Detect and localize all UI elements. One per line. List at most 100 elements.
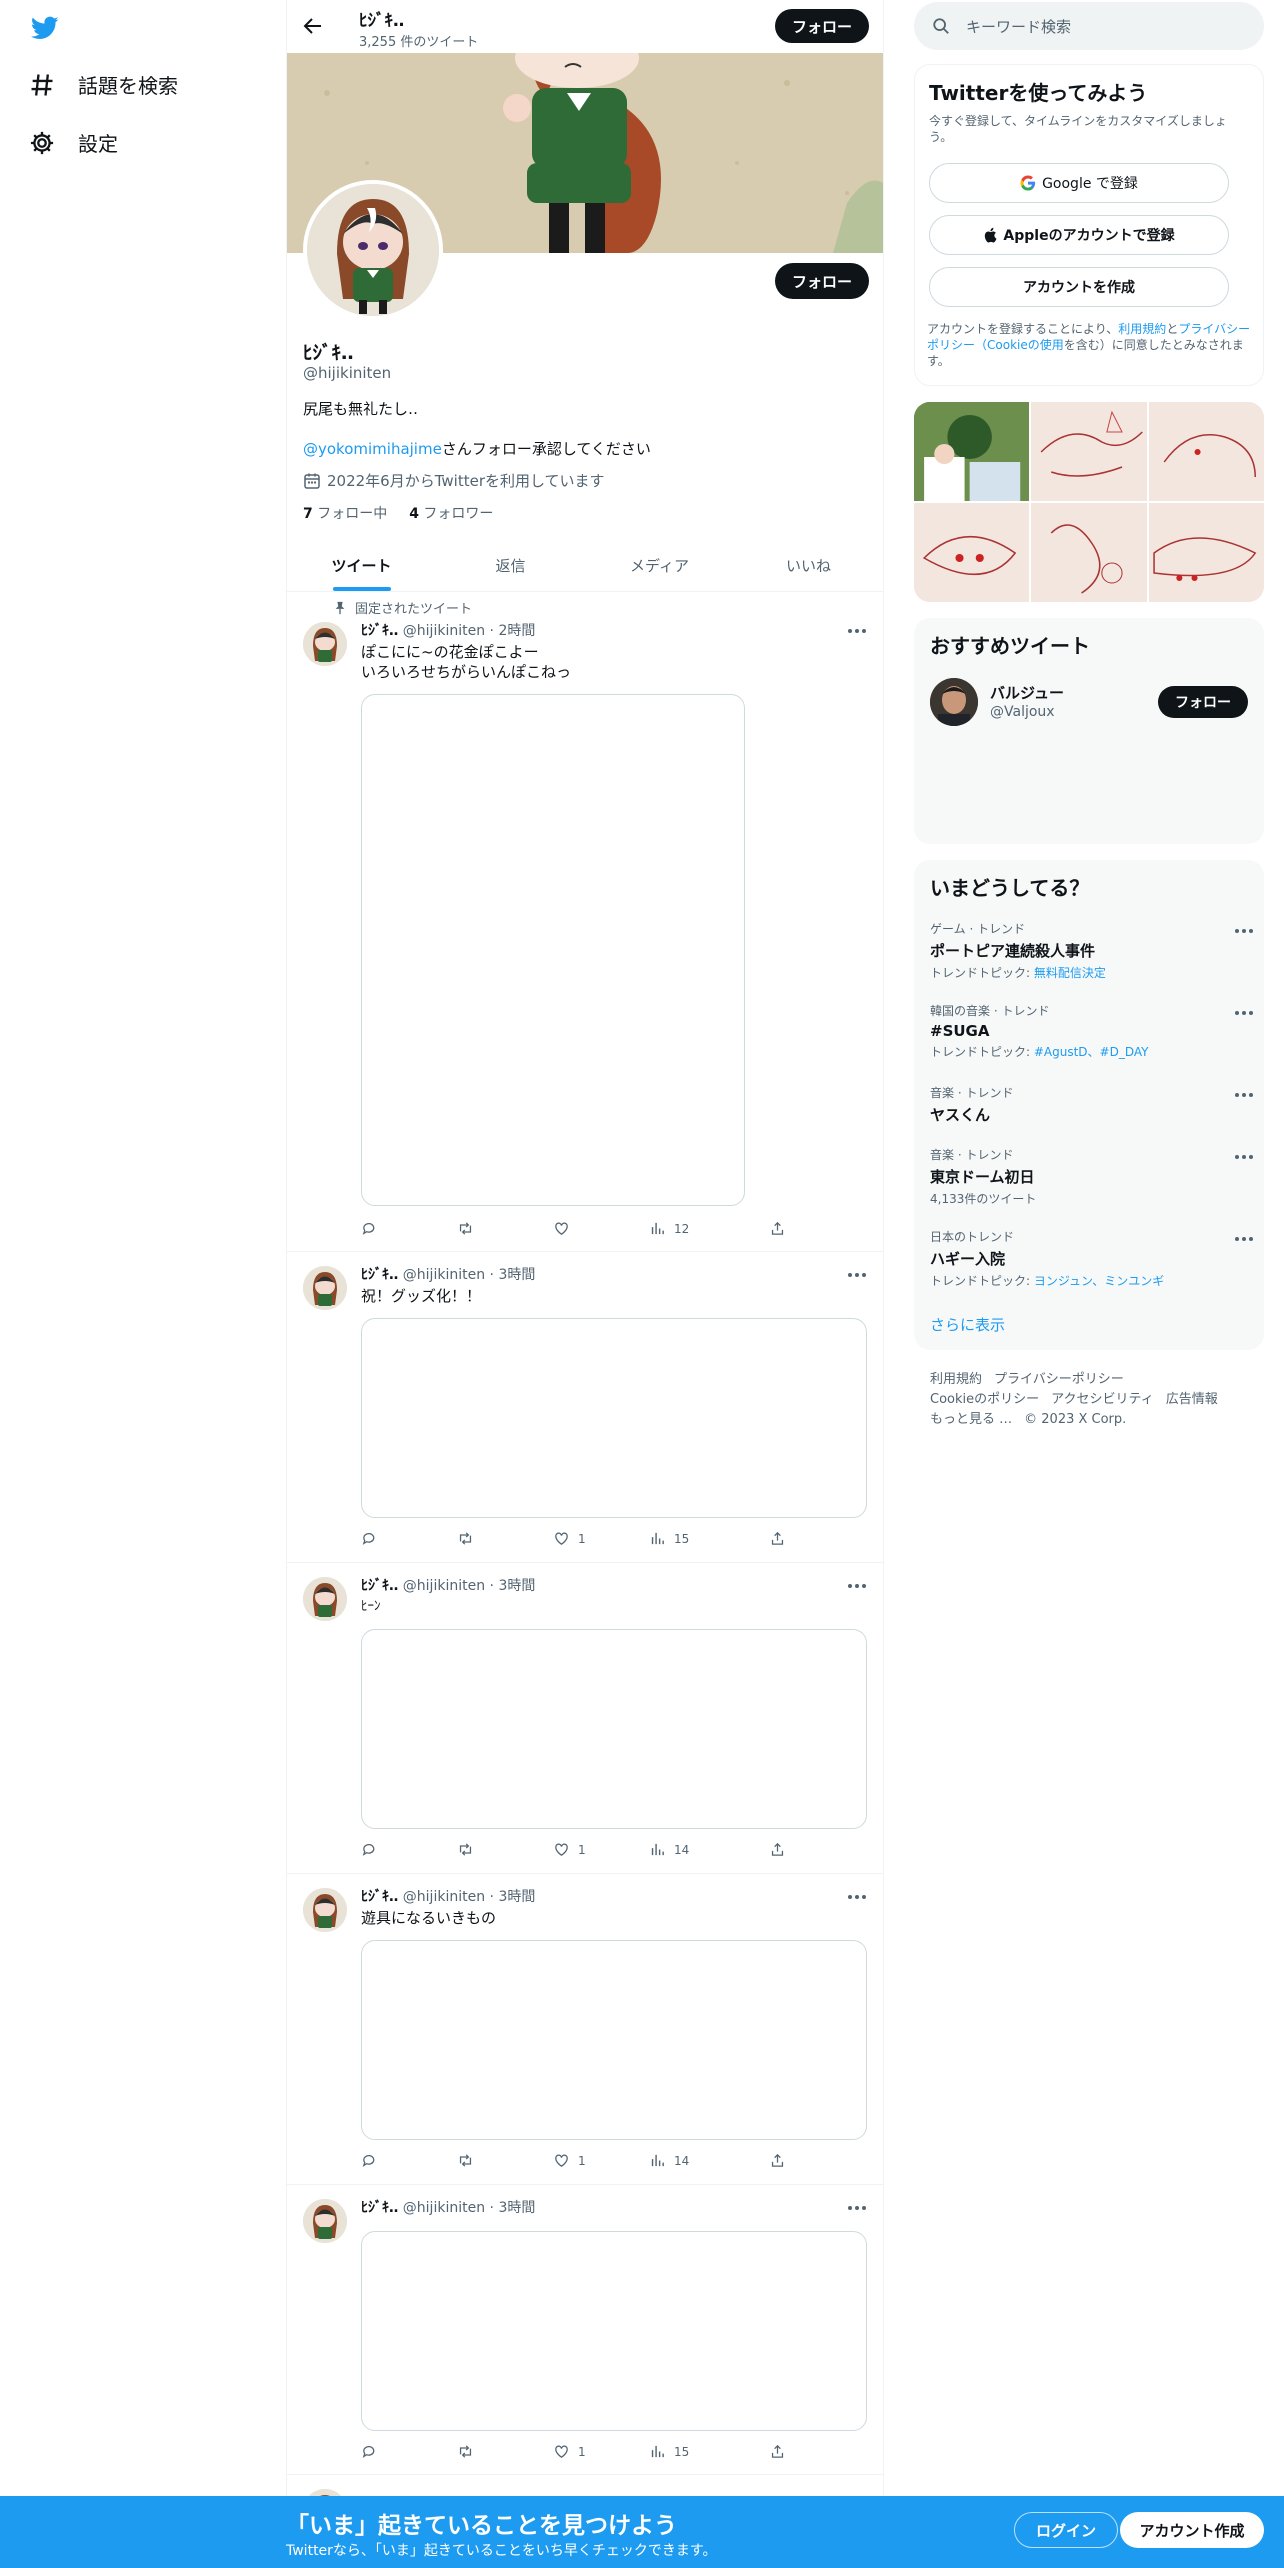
tweet-header: ﾋｼﾞｷ‥ @hijikiniten · 3時間 — [361, 1267, 536, 1283]
footer-accessibility[interactable]: アクセシビリティ — [1051, 1392, 1154, 1407]
tweet-card[interactable]: ﾋｼﾞｷ‥ @hijikiniten · 2時間 ぽこにに~の花金ぽこよー いろい… — [287, 592, 883, 1252]
tweet-avatar[interactable] — [303, 2199, 347, 2243]
tweet-avatar[interactable] — [303, 1266, 347, 1310]
trend-item[interactable]: 日本のトレンド ハギー入院 トレンドトピック: ヨンジュン、ミンユンギ — [930, 1228, 1253, 1289]
recommended-name[interactable]: バルジュー — [990, 682, 1064, 703]
profile-header-bar: ﾋｼﾞｷ‥ 3,255 件のツイート フォロー — [287, 0, 883, 53]
more-options-icon[interactable] — [1234, 1092, 1253, 1097]
share-button[interactable] — [769, 1841, 786, 1858]
profile-avatar[interactable] — [303, 180, 443, 320]
more-options-icon[interactable] — [1234, 928, 1253, 933]
profile-joined: 2022年6月からTwitterを利用しています — [303, 470, 605, 491]
login-button[interactable]: ログイン — [1014, 2512, 1118, 2548]
terms-link[interactable]: 利用規約 — [1118, 322, 1166, 336]
signup-button[interactable]: アカウント作成 — [1120, 2512, 1264, 2548]
trend-item[interactable]: 音楽 · トレンド ヤスくん — [930, 1084, 1253, 1125]
gallery-image[interactable] — [1031, 402, 1147, 501]
header-follow-button[interactable]: フォロー — [775, 9, 869, 43]
more-options-icon[interactable] — [1234, 1236, 1253, 1241]
trend-item[interactable]: 韓国の音楽 · トレンド #SUGA トレンドトピック: #AgustD、#D_… — [930, 1002, 1253, 1060]
footer-privacy[interactable]: プライバシーポリシー — [994, 1372, 1124, 1387]
retweet-button[interactable] — [457, 2443, 482, 2460]
gallery-image[interactable] — [1148, 402, 1264, 501]
share-button[interactable] — [769, 1220, 786, 1237]
more-options-icon[interactable] — [1234, 1010, 1253, 1015]
show-more-link[interactable]: さらに表示 — [930, 1314, 1005, 1335]
views-count: 14 — [674, 1842, 690, 1857]
tweet-card[interactable]: ﾋｼﾞｷ‥ @hijikiniten · 3時間 1 15 — [287, 2185, 883, 2475]
reply-button[interactable] — [361, 1530, 386, 1547]
reply-button[interactable] — [361, 2152, 386, 2169]
tweet-avatar[interactable] — [303, 622, 347, 666]
google-signup-button[interactable]: Google で登録 — [929, 163, 1229, 203]
tweet-media[interactable] — [361, 694, 745, 1206]
tweet-card[interactable]: ﾋｼﾞｷ‥ @hijikiniten · 3時間 ﾋｰﾝ 1 14 — [287, 1563, 883, 1874]
views-button[interactable]: 14 — [649, 1841, 689, 1858]
apple-signup-button[interactable]: Appleのアカウントで登録 — [929, 215, 1229, 255]
footer-cookie[interactable]: Cookieのポリシー — [930, 1392, 1039, 1407]
cookie-link[interactable]: Cookieの使用 — [987, 338, 1064, 352]
recommended-avatar[interactable] — [930, 678, 978, 726]
retweet-button[interactable] — [457, 2152, 482, 2169]
like-button[interactable]: 1 — [553, 2443, 586, 2460]
like-button[interactable]: 1 — [553, 1530, 586, 1547]
search-input[interactable]: キーワード検索 — [914, 2, 1264, 50]
gallery-image[interactable] — [914, 503, 1030, 602]
like-button[interactable]: 1 — [553, 2152, 586, 2169]
nav-settings[interactable]: 設定 — [28, 128, 118, 157]
more-options-icon[interactable] — [847, 1272, 867, 1278]
nav-explore[interactable]: 話題を検索 — [28, 70, 178, 99]
twitter-bird-icon[interactable] — [28, 14, 62, 42]
footer-terms[interactable]: 利用規約 — [930, 1372, 982, 1387]
more-options-icon[interactable] — [847, 1894, 867, 1900]
tab-media[interactable]: メディア — [585, 540, 734, 591]
views-button[interactable]: 15 — [649, 2443, 689, 2460]
mention-link[interactable]: @yokomimihajime — [303, 440, 442, 458]
tab-replies[interactable]: 返信 — [436, 540, 585, 591]
back-arrow-icon[interactable] — [301, 14, 325, 38]
gallery-image[interactable] — [1031, 503, 1147, 602]
share-button[interactable] — [769, 1530, 786, 1547]
reply-button[interactable] — [361, 1220, 386, 1237]
retweet-button[interactable] — [457, 1220, 482, 1237]
like-button[interactable] — [553, 1220, 578, 1237]
gallery-image[interactable] — [914, 402, 1030, 501]
tweet-avatar[interactable] — [303, 1577, 347, 1621]
more-options-icon[interactable] — [847, 2205, 867, 2211]
tweet-media[interactable] — [361, 1318, 867, 1518]
trend-item[interactable]: 音楽 · トレンド 東京ドーム初日 4,133件のツイート — [930, 1146, 1253, 1207]
tweet-media[interactable] — [361, 1629, 867, 1829]
following-link[interactable]: 7 フォロー中 — [303, 503, 387, 523]
tweet-media[interactable] — [361, 2231, 867, 2431]
more-options-icon[interactable] — [847, 628, 867, 634]
footer-more[interactable]: もっと見る … — [930, 1412, 1012, 1427]
share-button[interactable] — [769, 2443, 786, 2460]
reply-button[interactable] — [361, 1841, 386, 1858]
tweet-card[interactable]: ﾋｼﾞｷ‥ @hijikiniten · 3時間 祝！グッズ化！！ 1 15 — [287, 1252, 883, 1563]
retweet-button[interactable] — [457, 1530, 482, 1547]
more-options-icon[interactable] — [1234, 1154, 1253, 1159]
retweet-button[interactable] — [457, 1841, 482, 1858]
more-options-icon[interactable] — [847, 1583, 867, 1589]
share-button[interactable] — [769, 2152, 786, 2169]
gallery-image[interactable] — [1148, 503, 1264, 602]
tweet-avatar[interactable] — [303, 1888, 347, 1932]
recommended-follow-button[interactable]: フォロー — [1158, 686, 1248, 718]
tweet-text: ﾋｰﾝ — [361, 1599, 381, 1614]
views-icon — [649, 1530, 666, 1547]
tab-likes[interactable]: いいね — [734, 540, 883, 591]
trend-item[interactable]: ゲーム · トレンド ポートピア連続殺人事件 トレンドトピック: 無料配信決定 — [930, 920, 1253, 981]
tweet-card[interactable]: ﾋｼﾞｷ‥ @hijikiniten · 3時間 遊具になるいきもの 1 14 — [287, 1874, 883, 2185]
like-button[interactable]: 1 — [553, 1841, 586, 1858]
tweet-media[interactable] — [361, 1940, 867, 2140]
profile-follow-button[interactable]: フォロー — [775, 263, 869, 299]
create-account-button[interactable]: アカウントを作成 — [929, 267, 1229, 307]
views-button[interactable]: 15 — [649, 1530, 689, 1547]
reply-button[interactable] — [361, 2443, 386, 2460]
bio-line2-text: さんフォロー承認してください — [441, 440, 651, 458]
views-button[interactable]: 12 — [649, 1220, 689, 1237]
followers-link[interactable]: 4 フォロワー — [409, 503, 493, 523]
tab-tweets[interactable]: ツイート — [287, 540, 436, 591]
footer-ads[interactable]: 広告情報 — [1166, 1392, 1218, 1407]
views-button[interactable]: 14 — [649, 2152, 689, 2169]
